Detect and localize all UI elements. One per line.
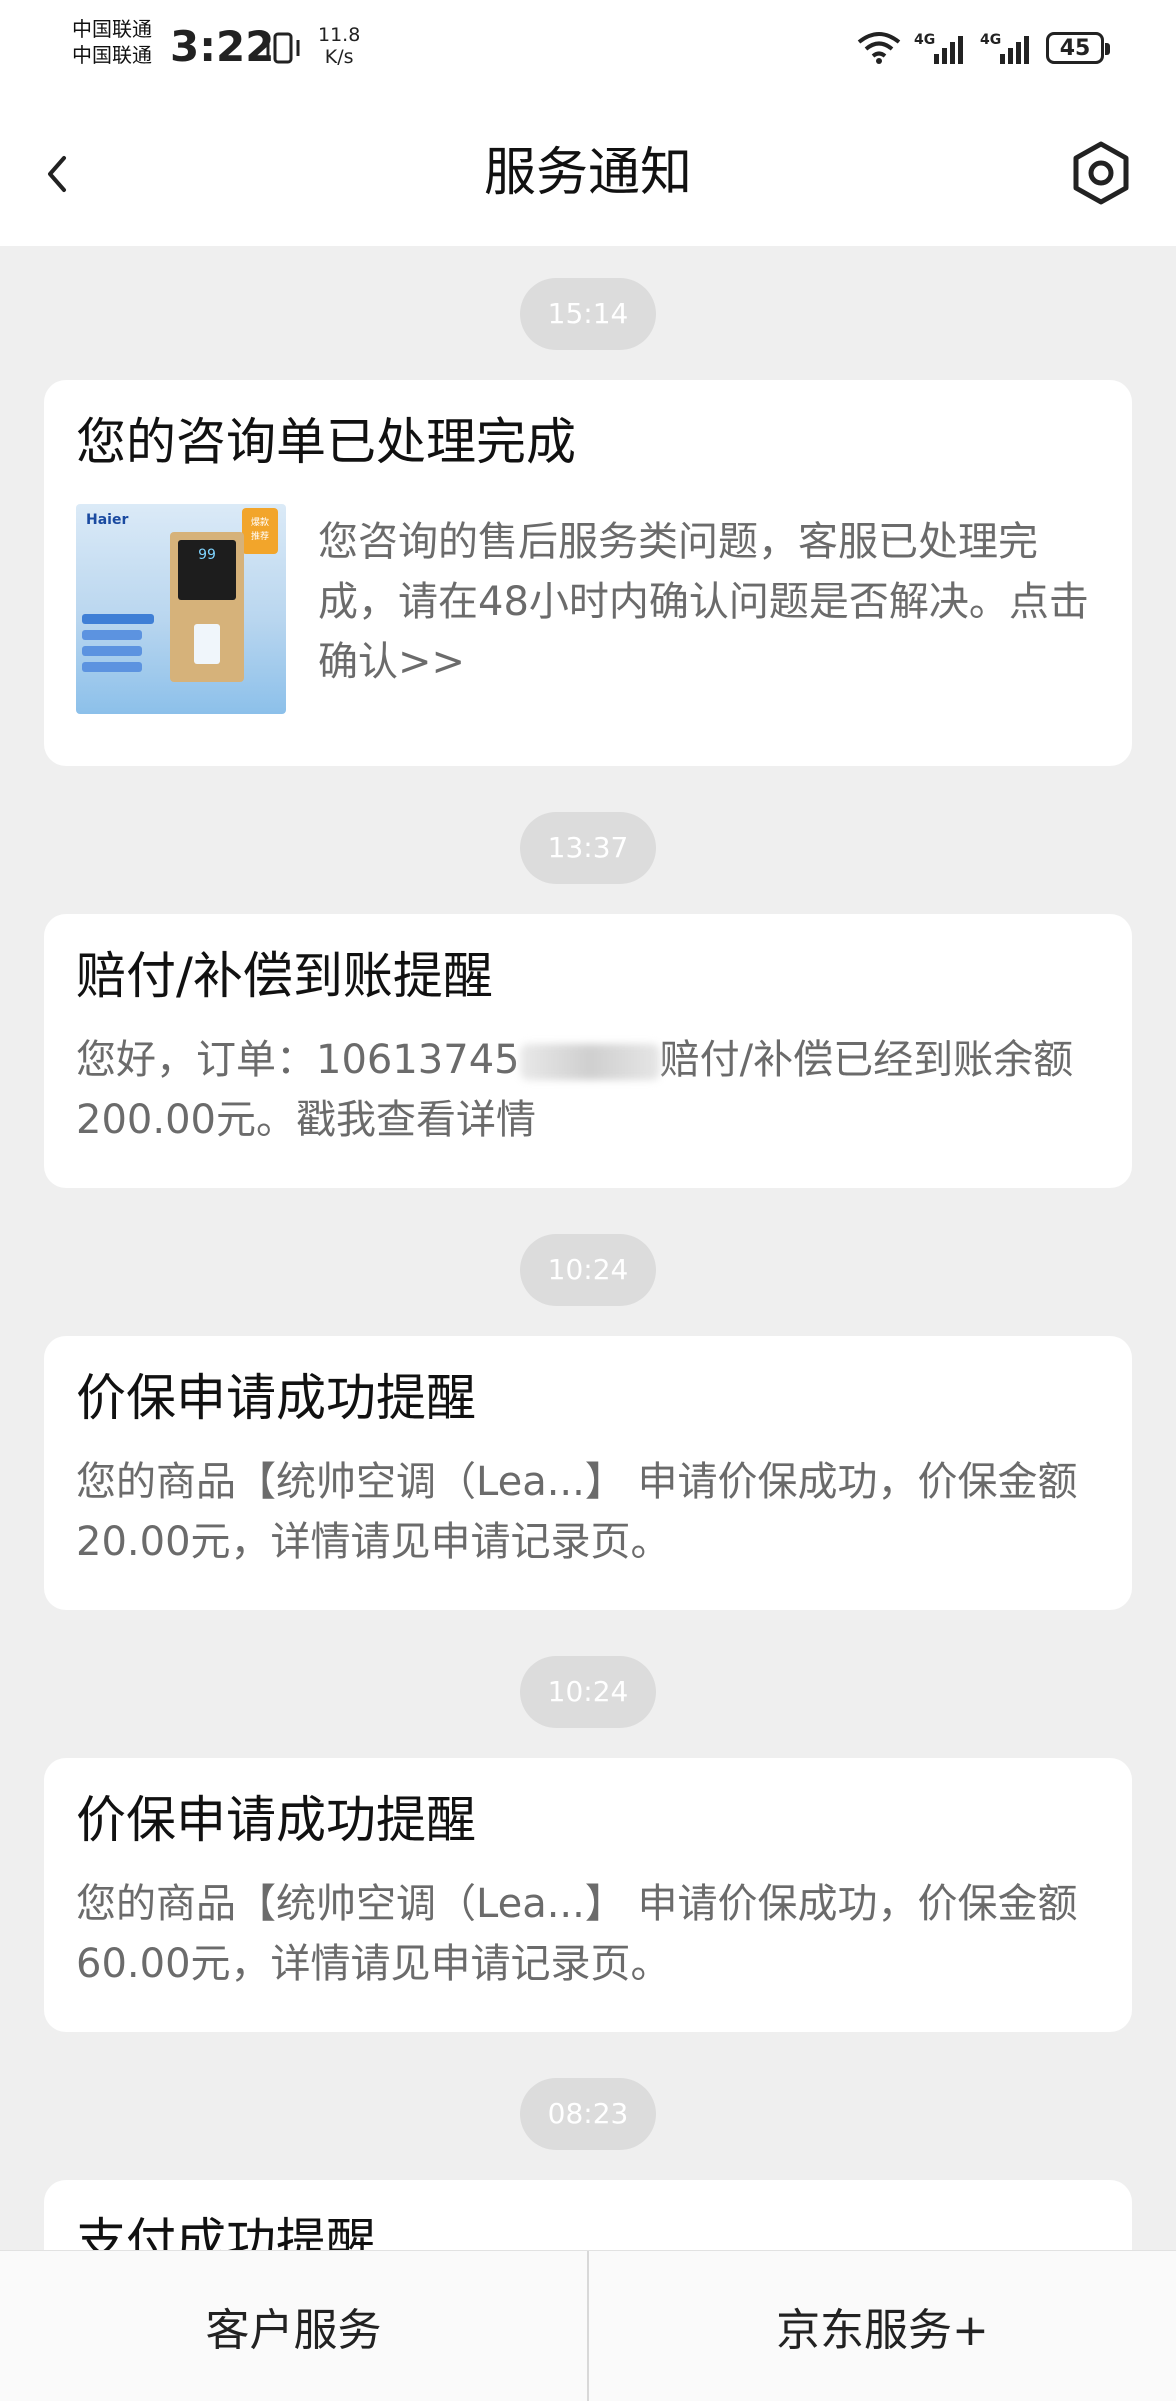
- thumb-cup: [194, 624, 220, 664]
- message-body: 您的商品【统帅空调（Lea...】 申请价保成功，价保金额60.00元，详情请见…: [76, 1881, 1078, 1987]
- wifi-icon: [857, 32, 901, 64]
- message-card[interactable]: 支付成功提醒: [44, 2180, 1132, 2250]
- battery-indicator: 45: [1046, 32, 1110, 64]
- vibrate-icon: [266, 32, 300, 64]
- thumb-stripe-3: [82, 646, 142, 656]
- carrier-1: 中国联通: [72, 17, 152, 41]
- message-card[interactable]: 价保申请成功提醒 您的商品【统帅空调（Lea...】 申请价保成功，价保金额60…: [44, 1758, 1132, 2032]
- signal-4g-icon-2: 4G: [980, 32, 1029, 64]
- carrier-2: 中国联通: [72, 43, 152, 67]
- svg-text:4G: 4G: [914, 32, 935, 48]
- customer-service-button[interactable]: 客户服务: [0, 2251, 587, 2401]
- jd-service-plus-button[interactable]: 京东服务+: [589, 2251, 1176, 2401]
- timestamp-pill: 13:37: [520, 812, 656, 884]
- system-icons: 4G 4G 45: [856, 28, 1110, 68]
- nav-bar: 服务通知: [0, 100, 1176, 246]
- message-list[interactable]: 15:14 您的咨询单已处理完成 Haier 爆款 推荐 99 您咨询的售后服务…: [0, 246, 1176, 2250]
- message-body: 您咨询的售后服务类问题，客服已处理完成，请在48小时内确认问题是否解决。点击确认…: [318, 519, 1089, 685]
- thumb-device: 99: [170, 532, 244, 682]
- thumb-badge: 爆款 推荐: [242, 508, 278, 554]
- speed-value: 11.8: [318, 24, 361, 46]
- message-card[interactable]: 您的咨询单已处理完成 Haier 爆款 推荐 99 您咨询的售后服务类问题，客服…: [44, 380, 1132, 766]
- timestamp-pill: 08:23: [520, 2078, 656, 2150]
- message-card[interactable]: 价保申请成功提醒 您的商品【统帅空调（Lea...】 申请价保成功，价保金额20…: [44, 1336, 1132, 1610]
- message-body-prefix: 您好，订单：10613745: [76, 1037, 520, 1083]
- thumb-display: 99: [178, 540, 236, 600]
- message-body: 您好，订单：10613745 赔付/补偿已经到账余额200.00元。戳我查看详情: [76, 1030, 1100, 1150]
- message-title: 支付成功提醒: [76, 2213, 376, 2250]
- message-card[interactable]: 赔付/补偿到账提醒 您好，订单：10613745 赔付/补偿已经到账余额200.0…: [44, 914, 1132, 1188]
- svg-text:4G: 4G: [980, 32, 1001, 48]
- speed-unit: K/s: [324, 46, 354, 68]
- message-body: 您的商品【统帅空调（Lea...】 申请价保成功，价保金额20.00元，详情请见…: [76, 1459, 1078, 1565]
- network-speed: 11.8 K/s: [318, 24, 360, 68]
- page-title: 服务通知: [483, 143, 692, 203]
- timestamp-pill: 10:24: [520, 1234, 656, 1306]
- thumb-stripe-1: [82, 614, 154, 624]
- timestamp-pill: 10:24: [520, 1656, 656, 1728]
- product-thumbnail[interactable]: Haier 爆款 推荐 99: [76, 504, 286, 714]
- status-time: 3:22: [170, 22, 275, 71]
- thumb-stripe-4: [82, 662, 142, 672]
- bottom-bar: 客户服务 京东服务+: [0, 2250, 1176, 2401]
- redacted-order-number: [519, 1044, 660, 1080]
- message-title: 价保申请成功提醒: [76, 1369, 476, 1427]
- timestamp-pill: 15:14: [520, 278, 656, 350]
- carrier-labels: 中国联通 中国联通: [72, 16, 152, 68]
- settings-hexagon-icon[interactable]: [1066, 138, 1136, 208]
- signal-4g-icon-1: 4G: [914, 32, 963, 64]
- message-title: 价保申请成功提醒: [76, 1791, 476, 1849]
- message-content-row: Haier 爆款 推荐 99 您咨询的售后服务类问题，客服已处理完成，请在48小…: [76, 504, 1100, 714]
- status-bar: 中国联通 中国联通 3:22 11.8 K/s 4G 4G 45: [0, 0, 1176, 100]
- message-title: 您的咨询单已处理完成: [76, 413, 576, 471]
- thumb-brand: Haier: [86, 512, 129, 528]
- thumb-stripe-2: [82, 630, 142, 640]
- message-title: 赔付/补偿到账提醒: [76, 947, 493, 1005]
